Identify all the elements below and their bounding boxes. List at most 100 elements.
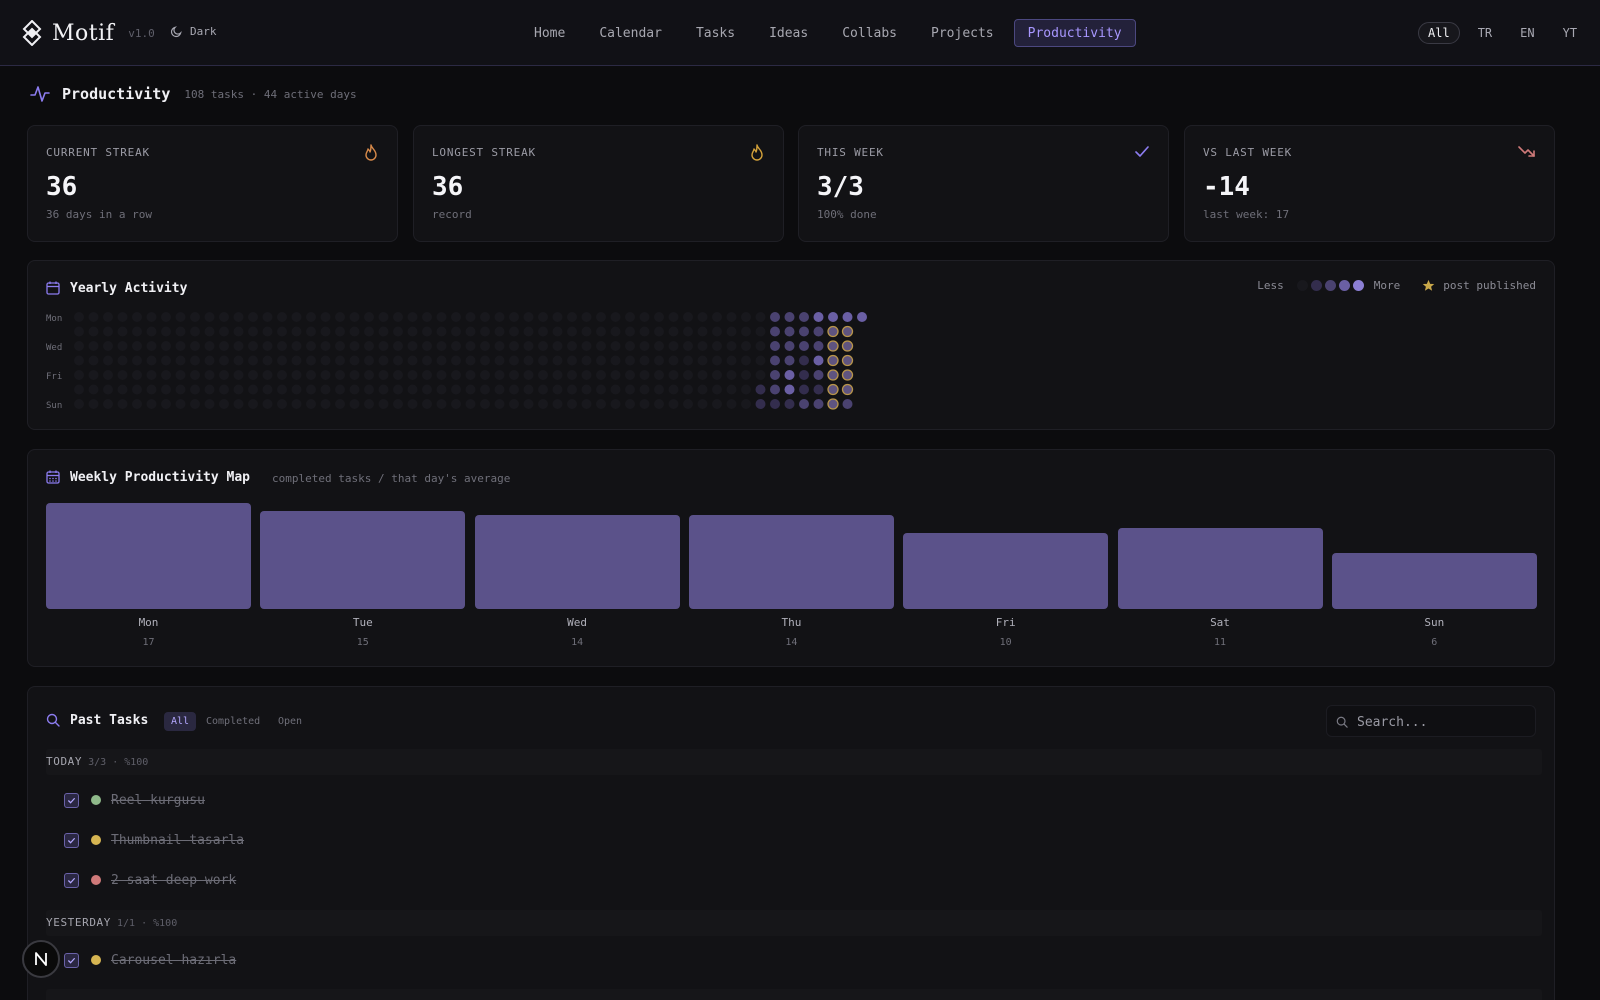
- heatmap-cell: [610, 312, 621, 322]
- heatmap-cell: [755, 312, 766, 322]
- heatmap-cell: [349, 312, 360, 322]
- nav-collabs[interactable]: Collabs: [828, 19, 911, 47]
- task-checkbox[interactable]: [64, 832, 79, 848]
- heatmap-cell: [465, 312, 476, 322]
- filter-open[interactable]: Open: [271, 712, 309, 731]
- heatmap-cell: [204, 312, 215, 322]
- heatmap-cell: [683, 355, 693, 366]
- nav-home[interactable]: Home: [520, 19, 579, 47]
- heatmap-cell: [146, 399, 157, 409]
- heatmap-cell: [422, 370, 432, 380]
- heatmap-cell: [219, 370, 229, 380]
- heatmap-cell: [654, 384, 664, 395]
- task-row[interactable]: 2 saat deep work: [64, 870, 236, 890]
- flame-icon: [751, 144, 763, 161]
- heatmap-cell: [712, 326, 722, 337]
- heatmap-cell: [248, 341, 258, 351]
- heatmap-cell: [378, 399, 389, 409]
- lang-tr[interactable]: TR: [1468, 22, 1502, 44]
- heatmap-cell: [726, 341, 737, 351]
- heatmap-cell: [248, 326, 258, 337]
- heatmap-cell: [378, 384, 389, 395]
- heatmap-cell: [393, 341, 403, 351]
- heatmap-cell: [784, 384, 795, 395]
- bar-wed[interactable]: [474, 515, 680, 609]
- heatmap-cell: [683, 312, 693, 322]
- heatmap-cell: [494, 384, 505, 395]
- task-checkbox[interactable]: [64, 872, 79, 888]
- bar-sun[interactable]: [1331, 553, 1537, 609]
- heatmap-cell: [349, 370, 360, 380]
- lang-en[interactable]: EN: [1510, 22, 1544, 44]
- heatmap-cell: [436, 399, 447, 409]
- heatmap-cell: [393, 355, 403, 366]
- task-row[interactable]: Thumbnail tasarla: [64, 830, 244, 850]
- heatmap-cell: [596, 399, 606, 409]
- lang-yt[interactable]: YT: [1553, 22, 1587, 44]
- heatmap-cell: [393, 326, 403, 337]
- heatmap-cell: [219, 326, 229, 337]
- heatmap-cell: [74, 384, 84, 395]
- nav-projects[interactable]: Projects: [917, 19, 1008, 47]
- group-label: YESTERDAY: [46, 916, 112, 929]
- nav-tasks[interactable]: Tasks: [682, 19, 749, 47]
- heatmap-cell: [306, 355, 316, 366]
- heatmap-cell: [841, 325, 854, 338]
- task-row[interactable]: Carousel hazırla: [64, 950, 236, 970]
- task-checkbox[interactable]: [64, 792, 79, 808]
- heatmap-cell: [784, 312, 795, 322]
- heatmap-cell: [407, 341, 418, 351]
- heatmap-cell: [146, 312, 157, 322]
- heatmap-cell: [219, 384, 229, 395]
- heatmap-cell: [596, 341, 606, 351]
- heatmap-cell: [451, 312, 461, 322]
- bar-sat[interactable]: [1117, 528, 1323, 609]
- heatmap-cell: [668, 384, 679, 395]
- heatmap-cell: [567, 341, 577, 351]
- filter-completed[interactable]: Completed: [199, 712, 267, 731]
- heatmap-cell: [683, 399, 693, 409]
- heatmap-cell: [103, 326, 113, 337]
- heatmap-cell: [509, 312, 519, 322]
- nextjs-badge[interactable]: [22, 940, 60, 978]
- bar-label: Sat: [1210, 616, 1230, 629]
- heatmap-cell: [799, 341, 809, 351]
- heatmap-cell: [204, 384, 215, 395]
- heatmap-cell: [175, 312, 186, 322]
- stat-card-current-streak: CURRENT STREAK 36 36 days in a row: [27, 125, 398, 242]
- heatmap-cell: [538, 341, 548, 351]
- bar-fri[interactable]: [903, 533, 1109, 609]
- heatmap-cell: [538, 370, 548, 380]
- filter-all[interactable]: All: [164, 712, 197, 731]
- nav-calendar[interactable]: Calendar: [585, 19, 676, 47]
- heatmap-cell: [306, 384, 316, 395]
- weekly-productivity-card: Weekly Productivity Map completed tasks …: [27, 449, 1555, 667]
- heatmap-cell: [320, 312, 331, 322]
- heatmap-cell: [683, 370, 693, 380]
- nav-productivity[interactable]: Productivity: [1013, 19, 1136, 47]
- task-checkbox[interactable]: [64, 952, 79, 968]
- heatmap-cell: [799, 326, 809, 337]
- heatmap-cell: [190, 355, 200, 366]
- search-input[interactable]: [1357, 711, 1527, 733]
- heatmap-cell: [233, 399, 244, 409]
- heatmap-cell: [480, 341, 490, 351]
- heatmap-cell: [393, 312, 403, 322]
- heatmap-cell: [697, 399, 708, 409]
- task-row[interactable]: Reel kurgusu: [64, 790, 205, 810]
- heatmap-cell: [320, 384, 331, 395]
- brand[interactable]: Motif v1.0: [22, 20, 155, 46]
- heatmap-cell: [654, 355, 664, 366]
- theme-toggle[interactable]: Dark: [170, 25, 217, 38]
- lang-all[interactable]: All: [1418, 22, 1460, 44]
- bar-mon[interactable]: [46, 503, 251, 609]
- heatmap-cell: [480, 370, 490, 380]
- heatmap-cell: [683, 341, 693, 351]
- task-title: Thumbnail tasarla: [111, 832, 245, 848]
- heatmap-cell: [306, 341, 316, 351]
- bar-thu[interactable]: [688, 515, 894, 609]
- heatmap-cell: [596, 312, 606, 322]
- bar-tue[interactable]: [260, 511, 466, 609]
- nav-ideas[interactable]: Ideas: [755, 19, 822, 47]
- stat-label: LONGEST STREAK: [432, 146, 536, 159]
